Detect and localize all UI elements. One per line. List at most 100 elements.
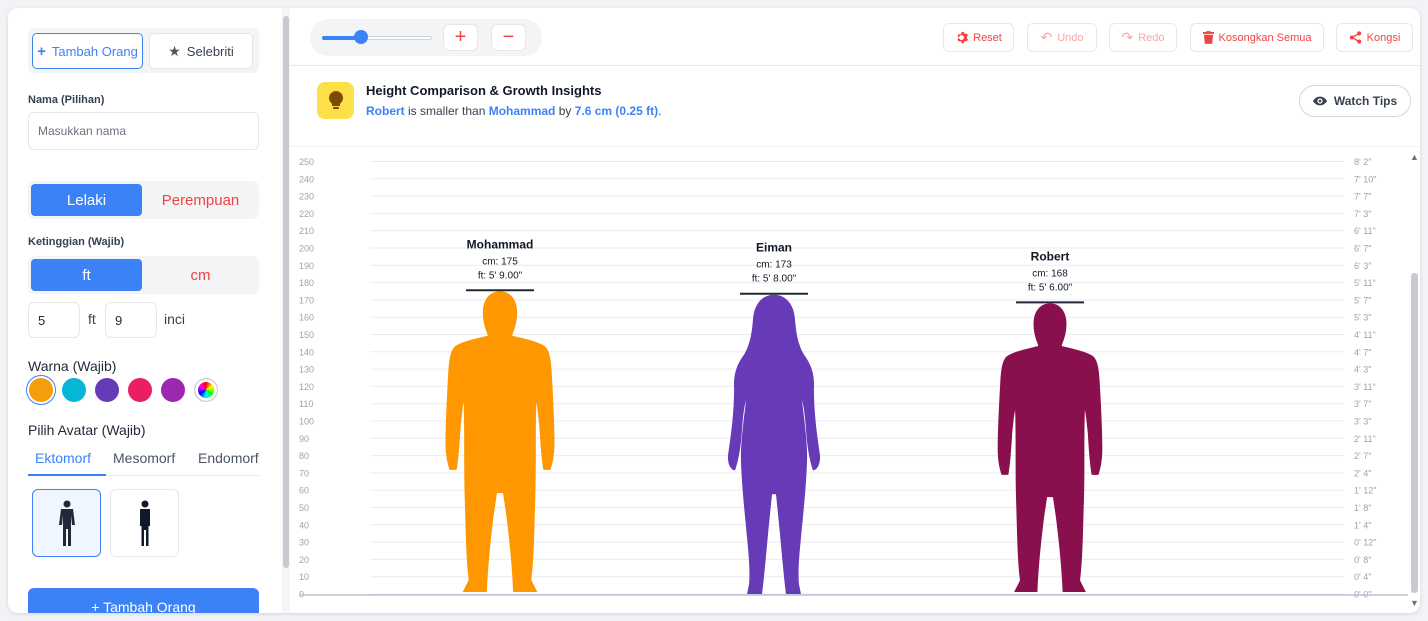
watch-tips-button[interactable]: Watch Tips (1299, 85, 1411, 117)
scroll-down-arrow[interactable]: ▼ (1410, 598, 1419, 608)
ft-tick-label: 3' 7" (1354, 399, 1371, 409)
undo-label: Undo (1057, 31, 1084, 44)
color-picker-icon[interactable] (194, 378, 218, 402)
cm-tick-label: 10 (299, 572, 309, 582)
redo-label: Redo (1138, 31, 1165, 44)
ft-tick-label: 6' 7" (1354, 244, 1371, 254)
avatar-option-2[interactable] (110, 489, 179, 557)
tab-add-person[interactable]: + Tambah Orang (32, 33, 143, 69)
plus-icon: + (37, 42, 46, 60)
lightbulb-icon (317, 82, 354, 119)
ft-tick-label: 8' 2" (1354, 157, 1371, 167)
cm-tick-label: 220 (299, 209, 314, 219)
ft-tick-label: 2' 4" (1354, 468, 1371, 478)
tab-mesomorph[interactable]: Mesomorf (113, 450, 175, 466)
sidebar: + Tambah Orang ★ Selebriti Nama (Pilihan… (8, 8, 280, 613)
zoom-out-button[interactable]: − (491, 24, 526, 51)
ft-tick-label: 1' 4" (1354, 520, 1371, 530)
cm-tick-label: 70 (299, 468, 309, 478)
sidebar-scrollbar[interactable] (282, 8, 290, 613)
feet-input[interactable]: 5 (28, 302, 80, 338)
chart-scrollbar[interactable]: ▲ ▼ (1409, 148, 1420, 613)
share-label: Kongsi (1366, 31, 1401, 44)
cm-tick-label: 190 (299, 261, 314, 271)
zoom-control: + − (310, 19, 542, 56)
cm-tick-label: 20 (299, 555, 309, 565)
ft-tick-label: 4' 7" (1354, 347, 1371, 357)
cm-tick-label: 160 (299, 313, 314, 323)
person-silhouette (727, 294, 821, 594)
unit-cm-button[interactable]: cm (145, 259, 256, 291)
tab-ectomorph[interactable]: Ektomorf (35, 450, 91, 466)
inch-unit-label: inci (164, 311, 186, 327)
person-cm-label: cm: 168 (1032, 268, 1068, 279)
name-input[interactable] (28, 112, 259, 150)
main-panel: + − Reset ↶ Undo ↷ Redo Kosongkan Semua (290, 8, 1420, 613)
insight-title: Height Comparison & Growth Insights (366, 83, 602, 98)
share-button[interactable]: Kongsi (1336, 23, 1413, 52)
ft-tick-label: 2' 7" (1354, 451, 1371, 461)
person-name-label: Eiman (756, 241, 792, 255)
cm-tick-label: 90 (299, 434, 309, 444)
zoom-in-button[interactable]: + (443, 24, 478, 51)
unit-ft-button[interactable]: ft (31, 259, 142, 291)
color-swatch-pink[interactable] (128, 378, 152, 402)
insight-person-a: Robert (366, 104, 405, 118)
avatar-option-1[interactable] (32, 489, 101, 557)
avatar-tabs: Ektomorf Mesomorf Endomorf (28, 448, 259, 476)
height-chart: 250 8' 2" 240 7' 10" 230 7' 7" 220 7' 3" 210 6' 1… (299, 157, 1408, 600)
scroll-up-arrow[interactable]: ▲ (1410, 152, 1419, 162)
cm-tick-label: 250 (299, 157, 314, 167)
zoom-slider-knob[interactable] (354, 30, 368, 44)
ft-tick-label: 1' 12" (1354, 486, 1376, 496)
reset-button[interactable]: Reset (943, 23, 1014, 52)
eye-icon (1312, 96, 1327, 106)
gender-male-button[interactable]: Lelaki (31, 184, 142, 216)
cm-tick-label: 140 (299, 347, 314, 357)
cm-tick-label: 200 (299, 244, 314, 254)
inch-input[interactable]: 9 (105, 302, 157, 338)
gender-female-button[interactable]: Perempuan (145, 184, 256, 216)
ft-tick-label: 5' 3" (1354, 313, 1371, 323)
tab-endomorph[interactable]: Endomorf (198, 450, 259, 466)
cm-tick-label: 60 (299, 486, 309, 496)
cm-tick-label: 170 (299, 295, 314, 305)
cm-tick-label: 180 (299, 278, 314, 288)
color-swatch-purple[interactable] (95, 378, 119, 402)
add-person-button[interactable]: + Tambah Orang (28, 588, 259, 613)
cm-tick-label: 40 (299, 520, 309, 530)
ft-tick-label: 3' 11" (1354, 382, 1376, 392)
sidebar-scrollbar-thumb[interactable] (283, 16, 289, 568)
height-label: Ketinggian (Wajib) (28, 236, 125, 248)
person-name-label: Robert (1031, 249, 1070, 263)
chart-scrollbar-thumb[interactable] (1411, 273, 1418, 593)
undo-button[interactable]: ↶ Undo (1027, 23, 1097, 52)
cm-tick-label: 120 (299, 382, 314, 392)
avatar-label: Pilih Avatar (Wajib) (28, 422, 146, 438)
person-name-label: Mohammad (467, 237, 534, 251)
ft-tick-label: 7' 7" (1354, 192, 1371, 202)
undo-icon: ↶ (1040, 29, 1053, 45)
gear-icon (957, 31, 969, 44)
redo-button[interactable]: ↷ Redo (1109, 23, 1177, 52)
ft-tick-label: 6' 3" (1354, 261, 1371, 271)
cm-tick-label: 30 (299, 538, 309, 548)
cm-tick-label: 100 (299, 417, 314, 427)
cm-tick-label: 150 (299, 330, 314, 340)
cm-tick-label: 110 (299, 399, 313, 409)
reset-label: Reset (973, 31, 1002, 44)
color-swatch-cyan[interactable] (62, 378, 86, 402)
gender-toggle: Lelaki Perempuan (28, 181, 259, 219)
color-swatch-orange[interactable] (29, 378, 53, 402)
person-cm-label: cm: 175 (482, 256, 518, 267)
person-silhouette (997, 303, 1103, 593)
tab-celebrity-label: Selebriti (186, 43, 234, 59)
color-swatch-violet[interactable] (161, 378, 185, 402)
tab-celebrity[interactable]: ★ Selebriti (149, 33, 253, 69)
clear-all-button[interactable]: Kosongkan Semua (1190, 23, 1324, 52)
toolbar: + − Reset ↶ Undo ↷ Redo Kosongkan Semua (290, 8, 1420, 66)
ft-tick-label: 0' 12" (1354, 538, 1376, 548)
ft-tick-label: 7' 10" (1354, 174, 1376, 184)
ft-tick-label: 4' 11" (1354, 330, 1376, 340)
insight-middle-text: is smaller than (404, 104, 489, 118)
